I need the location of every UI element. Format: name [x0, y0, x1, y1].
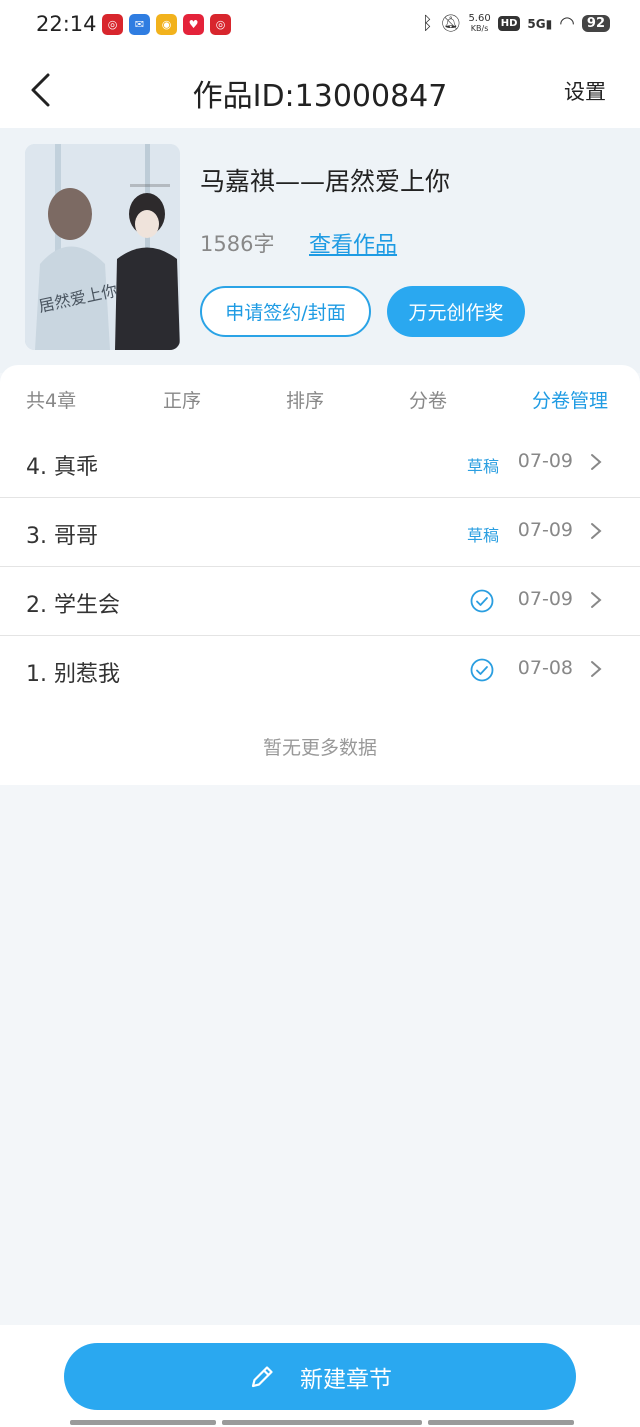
no-more-data-text: 暂无更多数据 [262, 737, 377, 759]
mute-bell-icon: 🔕︎ [439, 13, 462, 34]
chapter-date: 07-09 [517, 588, 573, 610]
chapter-row[interactable]: 3. 哥哥 草稿 07-09 [0, 498, 640, 567]
net-speed-value: 5.60 [468, 12, 491, 24]
chevron-right-icon [591, 454, 602, 470]
book-title: 马嘉祺——居然爱上你 [200, 167, 451, 196]
chapter-panel: 共4章 正序 排序 分卷 分卷管理 4. 真乖 草稿 07-09 3. 哥哥 草… [0, 365, 640, 785]
chapter-toolbar: 共4章 正序 排序 分卷 分卷管理 [0, 365, 640, 429]
chapter-row[interactable]: 4. 真乖 草稿 07-09 [0, 429, 640, 498]
chapter-count: 共4章 [26, 390, 77, 412]
award-button[interactable]: 万元创作奖 [387, 286, 525, 337]
netease-music-icon: ◎ [210, 14, 231, 35]
ascending-order-button[interactable]: 正序 [163, 386, 201, 413]
netease-music-icon: ◎ [102, 14, 123, 35]
apply-sign-button[interactable]: 申请签约/封面 [200, 286, 371, 337]
heart-app-icon: ♥ [183, 14, 204, 35]
book-header: 居然爱上你 马嘉祺——居然爱上你 1586字 查看作品 申请签约/封面 万元创作… [0, 128, 640, 373]
chapter-row[interactable]: 2. 学生会 07-09 [0, 567, 640, 636]
new-chapter-button[interactable]: 新建章节 [64, 1343, 576, 1410]
chapter-date: 07-09 [517, 450, 573, 472]
settings-button[interactable]: 设置 [564, 76, 606, 106]
chapter-date: 07-08 [517, 657, 573, 679]
volume-button[interactable]: 分卷 [409, 386, 447, 413]
nav-bar: 作品ID:13000847 设置 [0, 52, 640, 128]
battery-indicator: 92 [581, 15, 610, 32]
page-title: 作品ID:13000847 [192, 79, 448, 114]
chapter-list: 4. 真乖 草稿 07-09 3. 哥哥 草稿 07-09 2. 学生会 07-… [0, 429, 640, 705]
net-speed-unit: KB/s [470, 23, 489, 33]
chevron-right-icon [591, 661, 602, 677]
chevron-right-icon [591, 592, 602, 608]
weibo-icon: ◉ [156, 14, 177, 35]
chevron-right-icon [591, 523, 602, 539]
chapter-date: 07-09 [517, 519, 573, 541]
chapter-title: 3. 哥哥 [26, 524, 98, 549]
pencil-icon [251, 1365, 273, 1387]
status-bar: 22:14 ◎ ✉ ◉ ♥ ◎ ᛒ 🔕︎ 5.60 KB/s HD 5G▮ ◠ … [0, 0, 640, 52]
gesture-segment [428, 1420, 574, 1425]
bluetooth-icon: ᛒ [422, 13, 433, 34]
gesture-bar [70, 1420, 574, 1425]
status-time: 22:14 [36, 12, 97, 36]
wifi-icon: ◠ [559, 13, 575, 34]
hd-badge: HD [497, 16, 521, 31]
chapter-row[interactable]: 1. 别惹我 07-08 [0, 636, 640, 705]
sort-button[interactable]: 排序 [286, 386, 324, 413]
book-cover-image[interactable]: 居然爱上你 [25, 144, 180, 350]
app-100-icon: ✉ [129, 14, 150, 35]
draft-badge: 草稿 [466, 526, 499, 545]
word-count: 1586字 [200, 232, 275, 256]
view-work-link[interactable]: 查看作品 [309, 227, 397, 259]
chapter-title: 1. 别惹我 [26, 662, 120, 687]
chapter-title: 4. 真乖 [26, 455, 98, 480]
bottom-bar: 新建章节 [0, 1325, 640, 1427]
volume-manage-button[interactable]: 分卷管理 [532, 386, 608, 413]
network-speed: 5.60 KB/s [468, 12, 491, 34]
published-check-icon [470, 589, 494, 613]
signal-label: 5G [527, 16, 546, 31]
cover-illustration: 居然爱上你 [25, 144, 180, 350]
chapter-title: 2. 学生会 [26, 593, 120, 618]
gesture-segment [222, 1420, 422, 1425]
notification-icons: ◎ ✉ ◉ ♥ ◎ [102, 14, 231, 35]
gesture-segment [70, 1420, 216, 1425]
new-chapter-label: 新建章节 [300, 1366, 392, 1393]
draft-badge: 草稿 [466, 457, 499, 476]
published-check-icon [470, 658, 494, 682]
status-right: ᛒ 🔕︎ 5.60 KB/s HD 5G▮ ◠ 92 [422, 13, 610, 34]
signal-icon: 5G▮ [527, 16, 553, 31]
